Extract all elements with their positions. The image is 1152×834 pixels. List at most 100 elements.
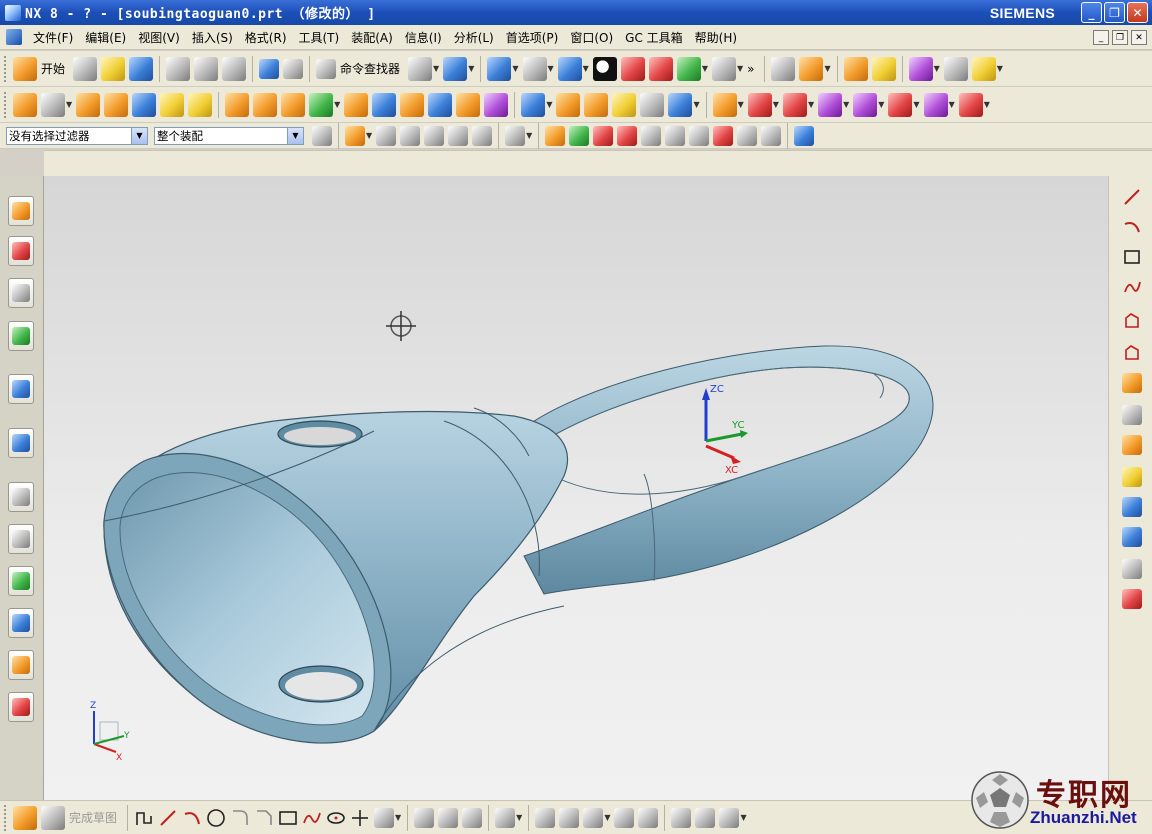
dropdown-arrow-icon[interactable]: ▼ xyxy=(843,100,849,109)
extract-curve-icon[interactable] xyxy=(1121,496,1143,518)
offset-curve-icon[interactable] xyxy=(1121,342,1143,364)
point-icon[interactable] xyxy=(350,808,370,828)
dropdown-arrow-icon[interactable]: ▼ xyxy=(468,64,474,73)
geometric-constraints-icon[interactable] xyxy=(535,807,556,828)
control-point-icon[interactable] xyxy=(641,125,662,146)
body-select-icon[interactable] xyxy=(448,125,469,146)
menu-analysis[interactable]: 分析(L) xyxy=(448,29,500,46)
ruled-icon[interactable] xyxy=(640,92,665,117)
doc-restore-button[interactable]: ❐ xyxy=(1112,30,1128,45)
polygon-icon[interactable] xyxy=(1121,310,1143,332)
dropdown-arrow-icon[interactable]: ▼ xyxy=(512,64,518,73)
color-cube-icon[interactable] xyxy=(676,56,701,81)
dropdown-arrow-icon[interactable]: ▼ xyxy=(740,813,746,822)
edit-feature-icon[interactable] xyxy=(712,92,737,117)
manufacturing-wizards-tab[interactable] xyxy=(8,608,34,638)
system-materials-tab[interactable] xyxy=(8,524,34,554)
eraser-icon[interactable] xyxy=(408,56,433,81)
wrap-curve-icon[interactable] xyxy=(1121,558,1143,580)
maximize-button[interactable]: ❐ xyxy=(1104,2,1125,23)
show-constraints-icon[interactable] xyxy=(559,807,580,828)
hd3d-tools-tab[interactable] xyxy=(8,374,34,404)
background-icon[interactable] xyxy=(711,56,736,81)
sketch-rectangle-icon[interactable] xyxy=(278,808,298,828)
menu-format[interactable]: 格式(R) xyxy=(239,29,293,46)
dropdown-arrow-icon[interactable]: ▼ xyxy=(366,131,372,140)
new-file-icon[interactable] xyxy=(73,56,98,81)
surface-icon[interactable] xyxy=(556,92,581,117)
save-icon[interactable] xyxy=(129,56,154,81)
mid-point-icon[interactable] xyxy=(617,125,638,146)
chevron-down-icon[interactable]: ▼ xyxy=(131,127,147,144)
fit-view-icon[interactable] xyxy=(487,56,512,81)
profile-icon[interactable] xyxy=(134,808,154,828)
contrast-icon[interactable] xyxy=(592,56,617,81)
part-navigator-tab[interactable] xyxy=(8,278,34,308)
close-button[interactable]: ✕ xyxy=(1127,2,1148,23)
face-select-icon[interactable] xyxy=(472,125,493,146)
menu-information[interactable]: 信息(I) xyxy=(399,29,448,46)
block-icon[interactable] xyxy=(132,92,157,117)
convert-reference-icon[interactable] xyxy=(614,807,635,828)
motion-icon[interactable] xyxy=(908,56,933,81)
offset-face-icon[interactable] xyxy=(484,92,509,117)
dropdown-arrow-icon[interactable]: ▼ xyxy=(773,100,779,109)
point-on-curve-icon[interactable] xyxy=(761,125,782,146)
wrench-icon[interactable] xyxy=(871,56,896,81)
rectangle-icon[interactable] xyxy=(1121,246,1143,268)
dropdown-arrow-icon[interactable]: ▼ xyxy=(693,100,699,109)
dropdown-arrow-icon[interactable]: ▼ xyxy=(702,64,708,73)
menu-help[interactable]: 帮助(H) xyxy=(689,29,743,46)
paste-icon[interactable] xyxy=(222,56,247,81)
datum-plane-icon[interactable] xyxy=(41,92,65,117)
dropdown-arrow-icon[interactable]: ▼ xyxy=(934,64,940,73)
dropdown-arrow-icon[interactable]: ▼ xyxy=(548,64,554,73)
toolbar-grip[interactable] xyxy=(4,91,8,118)
menu-preferences[interactable]: 首选项(P) xyxy=(500,29,565,46)
studio-spline-icon[interactable] xyxy=(302,808,322,828)
open-folder-icon[interactable] xyxy=(101,56,126,81)
playback-icon[interactable] xyxy=(923,92,948,117)
hole-icon[interactable] xyxy=(225,92,250,117)
sketch-plane-icon[interactable] xyxy=(671,807,692,828)
suppress-icon[interactable] xyxy=(782,92,807,117)
existing-point-icon[interactable] xyxy=(737,125,758,146)
section-curve-icon[interactable] xyxy=(1121,466,1143,488)
dropdown-arrow-icon[interactable]: ▼ xyxy=(808,100,814,109)
pattern-icon[interactable] xyxy=(281,92,306,117)
dropdown-arrow-icon[interactable]: ▼ xyxy=(984,100,990,109)
reattach-icon[interactable] xyxy=(695,807,716,828)
graphics-window[interactable]: ZC YC XC Z Y X xyxy=(44,176,1108,800)
point-on-face-icon[interactable] xyxy=(794,125,815,146)
isoparametric-curve-icon[interactable] xyxy=(1121,526,1143,548)
menu-gc-toolkit[interactable]: GC 工具箱 xyxy=(619,29,689,46)
sphere-icon[interactable] xyxy=(188,92,213,117)
orient-view-icon[interactable] xyxy=(719,807,740,828)
menu-file[interactable]: 文件(F) xyxy=(27,29,79,46)
sketch-arc-icon[interactable] xyxy=(182,808,202,828)
doc-close-button[interactable]: ✕ xyxy=(1131,30,1147,45)
sketch-task-icon[interactable] xyxy=(13,805,37,830)
replace-icon[interactable] xyxy=(818,92,843,117)
dropdown-arrow-icon[interactable]: ▼ xyxy=(737,64,743,73)
dropdown-arrow-icon[interactable]: ▼ xyxy=(66,100,72,109)
history-tab[interactable] xyxy=(8,482,34,512)
web-browser-tab[interactable] xyxy=(8,428,34,458)
snap-point-icon[interactable] xyxy=(545,125,566,146)
sketch-line-icon[interactable] xyxy=(158,808,178,828)
fillet-icon[interactable] xyxy=(230,808,250,828)
helix-icon[interactable] xyxy=(1121,588,1143,610)
unite-icon[interactable] xyxy=(309,92,334,117)
roles-tab[interactable] xyxy=(8,650,34,680)
binoculars-icon[interactable] xyxy=(316,58,337,79)
auto-constrain-icon[interactable] xyxy=(583,807,604,828)
draft-icon[interactable] xyxy=(456,92,481,117)
system-scenes-tab[interactable] xyxy=(8,692,34,722)
chamfer-sketch-icon[interactable] xyxy=(254,808,274,828)
toolbar-grip[interactable] xyxy=(4,804,8,831)
menu-insert[interactable]: 插入(S) xyxy=(186,29,239,46)
dropdown-arrow-icon[interactable]: ▼ xyxy=(604,813,610,822)
cylinder-icon[interactable] xyxy=(160,92,185,117)
process-studio-tab[interactable] xyxy=(8,566,34,596)
undo-select-icon[interactable] xyxy=(376,125,397,146)
